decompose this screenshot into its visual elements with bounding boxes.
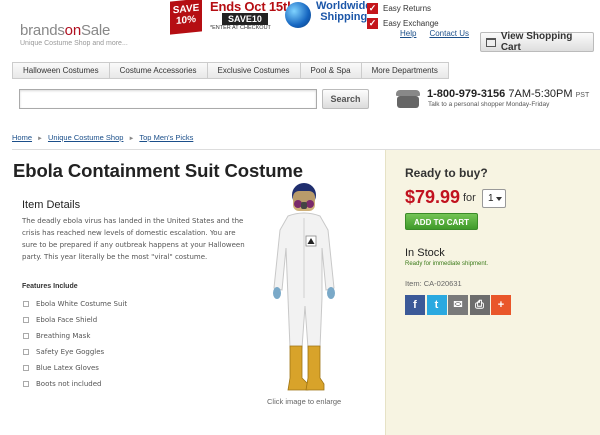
logo-wordmark: brandsonSale <box>20 22 111 39</box>
main-nav: Halloween Costumes Costume Accessories E… <box>12 62 449 79</box>
globe-icon <box>285 2 311 28</box>
twitter-icon[interactable]: t <box>426 295 447 315</box>
view-cart-button[interactable]: View Shopping Cart <box>480 31 594 53</box>
for-label: for <box>463 192 476 204</box>
breadcrumb-separator-icon: ► <box>37 136 43 142</box>
promo-code: SAVE10 <box>222 13 268 25</box>
chevron-down-icon <box>496 197 502 201</box>
features-section: Features Include Ebola White Costume Sui… <box>22 283 127 392</box>
list-item: Breathing Mask <box>22 328 127 344</box>
nav-item-pool-spa[interactable]: Pool & Spa <box>300 62 362 79</box>
logo-tagline: Unique Costume Shop and more... <box>20 40 128 47</box>
checkmark-icon: ✓ <box>367 3 378 14</box>
nav-item-halloween-costumes[interactable]: Halloween Costumes <box>12 62 110 79</box>
price: $79.99 <box>405 187 461 207</box>
email-icon[interactable]: ✉ <box>448 295 468 315</box>
nav-item-costume-accessories[interactable]: Costume Accessories <box>109 62 208 79</box>
breadcrumb-top-mens-picks[interactable]: Top Men's Picks <box>139 133 193 142</box>
share-bar: f t ✉ ⎙ + <box>405 295 513 315</box>
page-title: Ebola Containment Suit Costume <box>13 160 303 181</box>
search-input[interactable] <box>19 89 317 109</box>
breadcrumb: Home ► Unique Costume Shop ► Top Men's Picks <box>12 133 193 142</box>
breadcrumb-separator-icon: ► <box>128 136 135 142</box>
list-item: Ebola White Costume Suit <box>22 296 127 312</box>
list-item: Ebola Face Shield <box>22 312 127 328</box>
item-details-heading: Item Details <box>22 199 81 211</box>
worldwide-shipping-text: Worldwide Shipping <box>316 0 372 23</box>
phone-icon <box>396 88 420 108</box>
features-list: Ebola White Costume Suit Ebola Face Shie… <box>22 296 127 392</box>
ready-to-buy-heading: Ready to buy? <box>405 166 488 180</box>
perks-list: ✓ Easy Returns ✓ Easy Exchange <box>367 1 439 31</box>
save-badge: SAVE 10% <box>170 0 202 35</box>
site-logo[interactable]: brandsonSale Unique Costume Shop and mor… <box>20 22 128 47</box>
item-description: The deadly ebola virus has landed in the… <box>22 217 245 261</box>
phone-subtitle: Talk to a personal shopper Monday-Friday <box>428 101 550 108</box>
quantity-value: 1 <box>488 193 494 204</box>
buy-panel: Ready to buy? $79.99 for 1 ADD TO CART I… <box>385 150 600 435</box>
checkmark-icon: ✓ <box>367 18 378 29</box>
product-image[interactable] <box>262 178 346 396</box>
search-button[interactable]: Search <box>322 89 369 109</box>
view-cart-label: View Shopping Cart <box>500 31 573 53</box>
top-links: Help Contact Us <box>400 29 482 38</box>
help-link[interactable]: Help <box>400 29 416 38</box>
add-to-cart-button[interactable]: ADD TO CART <box>405 213 478 230</box>
more-share-icon[interactable]: + <box>491 295 511 315</box>
list-item: Safety Eye Goggles <box>22 344 127 360</box>
item-details: Item Details The deadly ebola virus has … <box>22 199 250 263</box>
breadcrumb-unique-costume-shop[interactable]: Unique Costume Shop <box>48 133 123 142</box>
facebook-icon[interactable]: f <box>405 295 425 315</box>
shipping-note: Ready for immediate shipment. <box>405 261 489 267</box>
nav-item-more-departments[interactable]: More Departments <box>361 62 449 79</box>
promo-ends-text: Ends Oct 15th <box>210 0 295 14</box>
contact-us-link[interactable]: Contact Us <box>429 29 469 38</box>
perk-returns: ✓ Easy Returns <box>367 3 432 14</box>
print-icon[interactable]: ⎙ <box>469 295 490 315</box>
image-caption[interactable]: Click image to enlarge <box>267 397 341 406</box>
promo-banner[interactable]: SAVE 10% Ends Oct 15th SAVE10 *ENTER AT C… <box>170 0 372 35</box>
item-number: Item: CA-020631 <box>405 279 462 288</box>
list-item: Boots not included <box>22 376 127 392</box>
cart-icon <box>486 37 496 47</box>
features-heading: Features Include <box>22 283 78 290</box>
list-item: Blue Latex Gloves <box>22 360 127 376</box>
nav-item-exclusive-costumes[interactable]: Exclusive Costumes <box>207 62 301 79</box>
promo-enter-note: *ENTER AT CHECKOUT <box>210 25 271 31</box>
phone-number: 1-800-979-3156 7AM-5:30PM PST <box>427 88 590 100</box>
stock-status: In Stock <box>405 247 445 259</box>
quantity-select[interactable]: 1 <box>482 189 506 208</box>
breadcrumb-home[interactable]: Home <box>12 133 32 142</box>
